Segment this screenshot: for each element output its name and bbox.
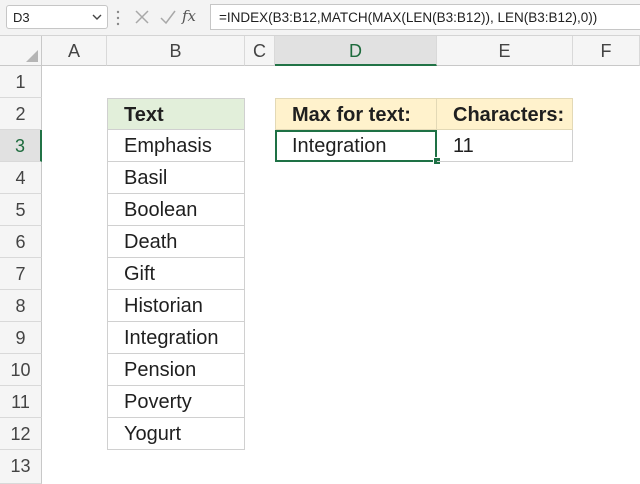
row-header-11[interactable]: 11 — [0, 386, 42, 418]
column-header-e[interactable]: E — [437, 36, 573, 66]
cell-d2-max-header[interactable]: Max for text: — [275, 98, 437, 130]
cell-b7[interactable]: Gift — [107, 258, 245, 290]
cell-e3-characters-value[interactable]: 11 — [437, 130, 573, 162]
cancel-icon[interactable] — [132, 7, 152, 27]
cell-b12[interactable]: Yogurt — [107, 418, 245, 450]
column-header-b[interactable]: B — [107, 36, 245, 66]
formula-text: =INDEX(B3:B12,MATCH(MAX(LEN(B3:B12)), LE… — [219, 10, 598, 25]
cell-b2-text-header[interactable]: Text — [107, 98, 245, 130]
column-header-c[interactable]: C — [245, 36, 275, 66]
formula-bar: D3 fx =INDEX(B3:B12,MATCH(MAX(LEN(B3:B12… — [0, 0, 640, 36]
insert-function-icon[interactable]: fx — [182, 7, 202, 27]
name-box[interactable]: D3 — [6, 5, 108, 29]
row-header-6[interactable]: 6 — [0, 226, 42, 258]
cell-b3[interactable]: Emphasis — [107, 130, 245, 162]
column-header-a[interactable]: A — [42, 36, 107, 66]
row-header-9[interactable]: 9 — [0, 322, 42, 354]
select-all-corner[interactable] — [0, 36, 42, 66]
cell-b6[interactable]: Death — [107, 226, 245, 258]
chevron-down-icon[interactable] — [92, 13, 102, 21]
row-header-13[interactable]: 13 — [0, 450, 42, 484]
column-header-f[interactable]: F — [573, 36, 640, 66]
formula-input[interactable]: =INDEX(B3:B12,MATCH(MAX(LEN(B3:B12)), LE… — [210, 4, 640, 30]
confirm-check-icon[interactable] — [158, 7, 178, 27]
cell-b10[interactable]: Pension — [107, 354, 245, 386]
row-header-1[interactable]: 1 — [0, 66, 42, 98]
cell-b11[interactable]: Poverty — [107, 386, 245, 418]
more-options-icon[interactable] — [116, 9, 120, 27]
cell-b9[interactable]: Integration — [107, 322, 245, 354]
column-header-d[interactable]: D — [275, 36, 437, 66]
cell-e2-characters-header[interactable]: Characters: — [437, 98, 573, 130]
select-all-triangle-icon — [26, 50, 38, 62]
cell-d3-max-value[interactable]: Integration — [275, 130, 437, 162]
row-header-8[interactable]: 8 — [0, 290, 42, 322]
cell-b8[interactable]: Historian — [107, 290, 245, 322]
cell-b4[interactable]: Basil — [107, 162, 245, 194]
name-box-value: D3 — [13, 10, 30, 25]
row-header-12[interactable]: 12 — [0, 418, 42, 450]
row-header-10[interactable]: 10 — [0, 354, 42, 386]
row-header-3[interactable]: 3 — [0, 130, 42, 162]
row-header-5[interactable]: 5 — [0, 194, 42, 226]
cell-b5[interactable]: Boolean — [107, 194, 245, 226]
row-header-2[interactable]: 2 — [0, 98, 42, 130]
row-header-7[interactable]: 7 — [0, 258, 42, 290]
row-header-4[interactable]: 4 — [0, 162, 42, 194]
